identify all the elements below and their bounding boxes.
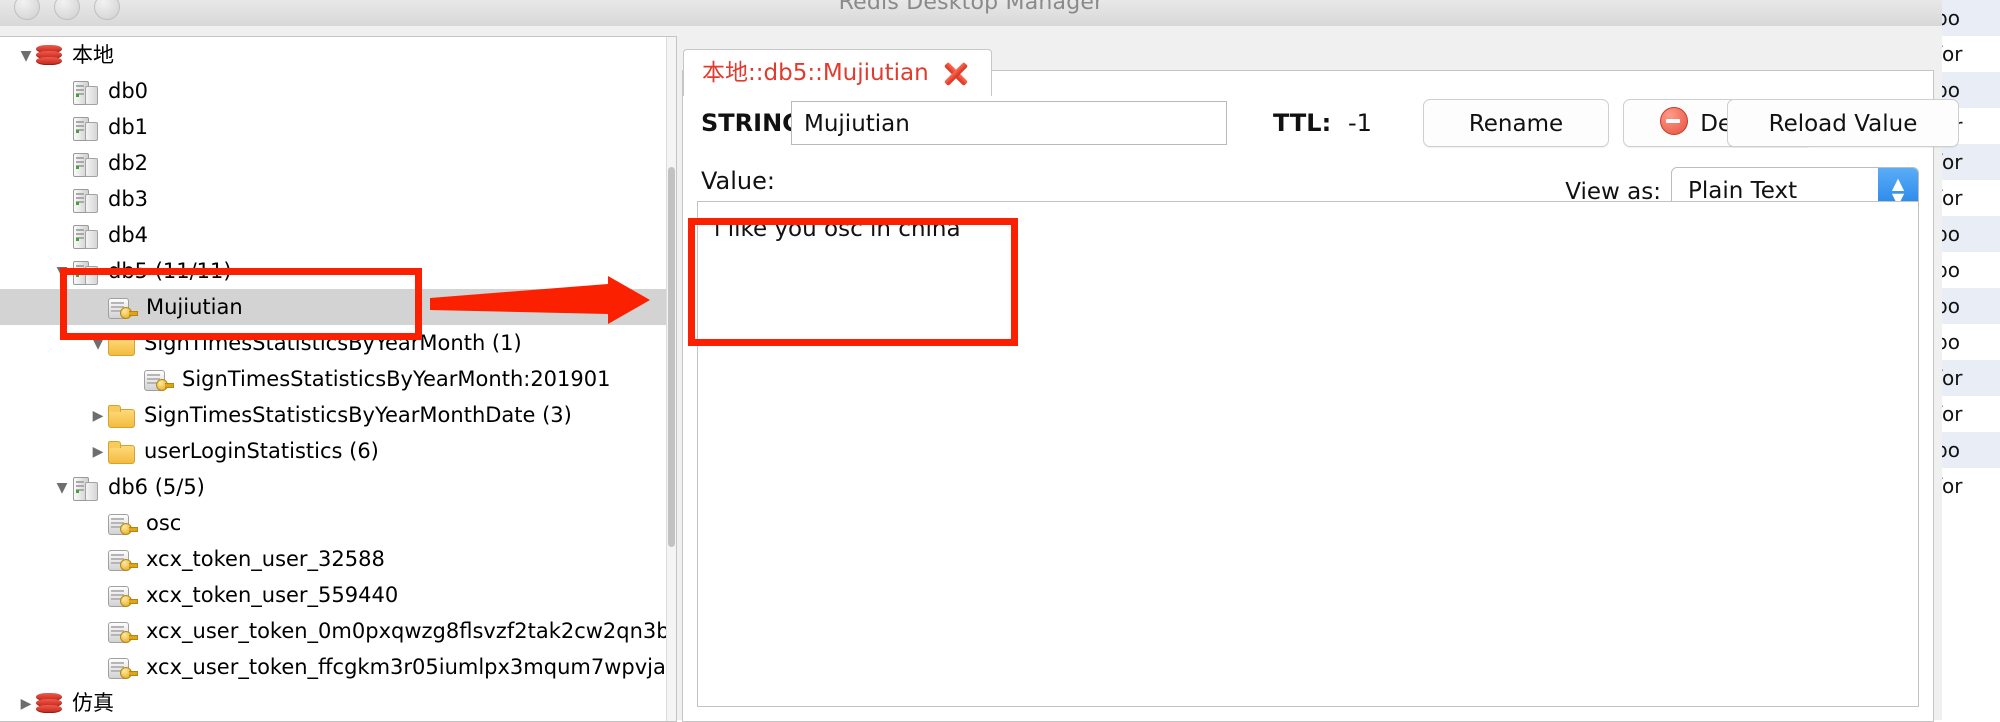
tree-item-label: db1: [108, 115, 149, 139]
folder-icon: [108, 405, 135, 428]
tree-scrollbar-thumb[interactable]: [668, 167, 675, 547]
key-detail-panel: 本地::db5::Mujiutian STRING: Mujiutian TTL…: [682, 49, 1959, 722]
tree-item-label: db6 (5/5): [108, 475, 205, 499]
ttl-value: -1: [1348, 109, 1372, 137]
twisty-right-icon[interactable]: ▶: [16, 686, 36, 721]
value-label: Value:: [701, 167, 775, 195]
key-icon: [108, 656, 138, 680]
delete-circle-minus-icon: [1660, 107, 1689, 135]
tab-strip: 本地::db5::Mujiutian: [683, 49, 992, 96]
twisty-down-icon[interactable]: ▼: [52, 470, 72, 506]
redis-desktop-manager-window: Redis Desktop Manager ▼ 本地 db0 db1 db2 db3 db4…: [0, 0, 1959, 722]
tree-item-db0[interactable]: db0: [0, 73, 676, 109]
key-icon: [108, 584, 138, 608]
close-x-icon[interactable]: [943, 60, 969, 87]
tree-item-signtimesstatisticsbyyearmonth:201901[interactable]: SignTimesStatisticsByYearMonth:201901: [0, 361, 676, 397]
title-bar: Redis Desktop Manager: [0, 0, 1942, 27]
database-icon: [72, 224, 98, 249]
twisty-right-icon[interactable]: ▶: [88, 434, 108, 470]
database-icon: [72, 152, 98, 177]
tree-item-xcx_token_user_32588[interactable]: xcx_token_user_32588: [0, 541, 676, 577]
tab-key-mujiutian[interactable]: 本地::db5::Mujiutian: [683, 49, 992, 96]
tab-label: 本地::db5::Mujiutian: [702, 60, 929, 86]
twisty-right-icon[interactable]: ▶: [88, 398, 108, 434]
folder-icon: [108, 441, 135, 464]
annotation-box-tree-key: [60, 268, 422, 340]
tree-item-label: SignTimesStatisticsByYearMonth:201901: [182, 367, 611, 391]
redis-icon: [36, 45, 62, 67]
key-tree-panel[interactable]: ▼ 本地 db0 db1 db2 db3 db4 ▼ db5 (11/11) Mujiutian ▼…: [0, 36, 677, 722]
tree-item-label: SignTimesStatisticsByYearMonthDate (3): [144, 403, 572, 427]
tree-item-xcx_user_token_ffcgkm3r05iumlpx3mqum7wpvjae[interactable]: xcx_user_token_ffcgkm3r05iumlpx3mqum7wpv…: [0, 649, 676, 685]
tree-item-db2[interactable]: db2: [0, 145, 676, 181]
database-icon: [72, 116, 98, 141]
database-icon: [72, 476, 98, 501]
tree-item-db6[interactable]: ▼ db6 (5/5): [0, 469, 676, 505]
tree-item-[interactable]: ▼ 本地: [0, 37, 676, 73]
tree-item-label: db4: [108, 223, 149, 247]
tree-item-xcx_user_token_0m0pxqwzg8flsvzf2tak2cw2qn3ba[interactable]: xcx_user_token_0m0pxqwzg8flsvzf2tak2cw2q…: [0, 613, 676, 649]
tree-item-label: 本地: [72, 43, 114, 67]
key-toolbar: STRING: Mujiutian TTL: -1 Rename Delete …: [683, 95, 1959, 157]
tree-item-osc[interactable]: osc: [0, 505, 676, 541]
tree-item-db4[interactable]: db4: [0, 217, 676, 253]
tree-item-db1[interactable]: db1: [0, 109, 676, 145]
tree-item-label: db3: [108, 187, 149, 211]
tree-item-label: xcx_token_user_559440: [146, 583, 399, 607]
tree-item-signtimesstatisticsbyyearmonthdate[interactable]: ▶ SignTimesStatisticsByYearMonthDate (3): [0, 397, 676, 433]
ttl-label: TTL:: [1273, 109, 1332, 137]
tree-item-label: osc: [146, 511, 182, 535]
key-icon: [108, 512, 138, 536]
reload-value-button[interactable]: Reload Value: [1727, 99, 1959, 147]
tree-item-xcx_token_user_559440[interactable]: xcx_token_user_559440: [0, 577, 676, 613]
key-icon: [144, 368, 174, 392]
rename-button[interactable]: Rename: [1423, 99, 1609, 147]
tree-scrollbar[interactable]: [666, 37, 676, 721]
database-icon: [72, 80, 98, 105]
annotation-box-value: [688, 218, 1018, 346]
redis-icon: [36, 693, 62, 715]
key-icon: [108, 548, 138, 572]
work-area: ▼ 本地 db0 db1 db2 db3 db4 ▼ db5 (11/11) Mujiutian ▼…: [0, 26, 1959, 722]
tree-item-label: 仿真: [72, 691, 114, 715]
twisty-down-icon[interactable]: ▼: [16, 38, 36, 74]
window-title: Redis Desktop Manager: [838, 0, 1104, 15]
tree-item-label: xcx_user_token_ffcgkm3r05iumlpx3mqum7wpv…: [146, 655, 677, 679]
tree-item-label: db2: [108, 151, 149, 175]
key-name-input[interactable]: Mujiutian: [791, 101, 1227, 145]
tree-item-[interactable]: ▶ 仿真: [0, 685, 676, 721]
tree-item-label: xcx_user_token_0m0pxqwzg8flsvzf2tak2cw2q…: [146, 619, 677, 643]
tree-item-label: xcx_token_user_32588: [146, 547, 385, 571]
tree-item-label: db0: [108, 79, 149, 103]
tree-item-userloginstatistics[interactable]: ▶ userLoginStatistics (6): [0, 433, 676, 469]
tree-item-label: userLoginStatistics (6): [144, 439, 379, 463]
annotation-arrow: [430, 276, 650, 324]
database-icon: [72, 188, 98, 213]
tree-item-db3[interactable]: db3: [0, 181, 676, 217]
key-icon: [108, 620, 138, 644]
